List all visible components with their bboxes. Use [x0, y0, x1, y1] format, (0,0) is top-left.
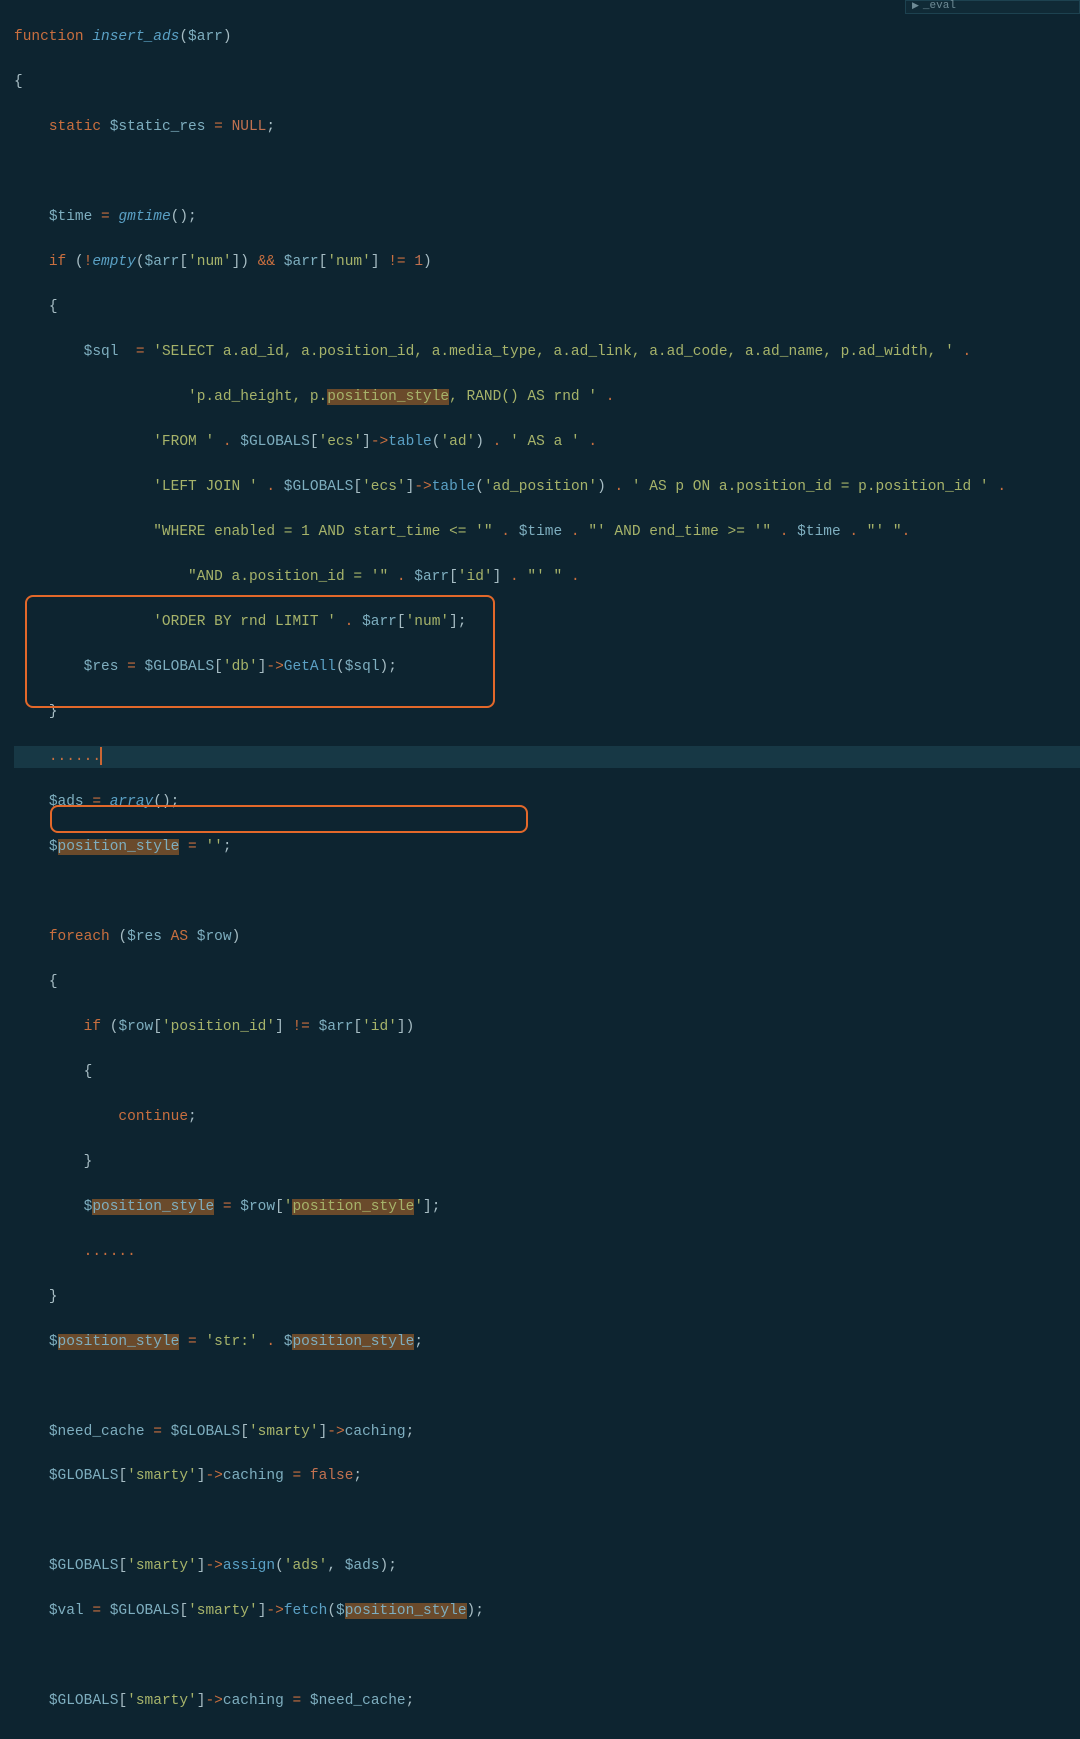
- debug-panel[interactable]: ▶ _eval: [905, 0, 1080, 14]
- function-name: insert_ads: [92, 29, 179, 45]
- chevron-right-icon: ▶: [912, 1, 919, 11]
- text-cursor: [100, 747, 102, 765]
- keyword: function: [14, 29, 84, 45]
- code-editor[interactable]: function insert_ads($arr) { static $stat…: [0, 0, 1080, 1739]
- panel-label: _eval: [923, 0, 956, 12]
- cursor-line: ......: [14, 746, 1080, 769]
